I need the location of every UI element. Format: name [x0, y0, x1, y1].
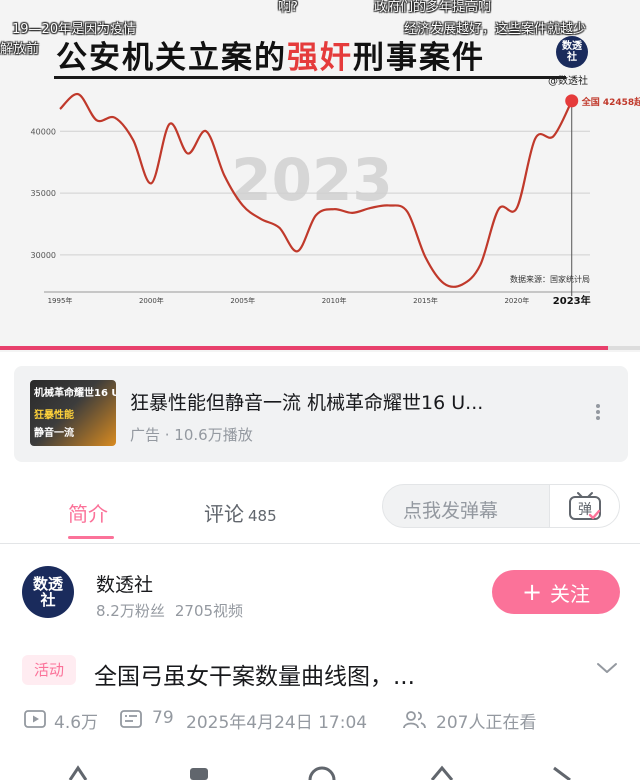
line-chart: 2023 30000 35000 40000 1995年 2000年 2005年 2010年 2… — [31, 93, 640, 305]
x-tick-label: 2010年 — [322, 296, 347, 305]
x-tick-label: 2000年 — [139, 296, 164, 305]
ad-thumbnail[interactable]: 机械革命耀世16 Ultra 狂暴性能 静音一流 — [30, 380, 116, 446]
follow-button[interactable]: + 关注 — [492, 570, 620, 614]
video-title: 全国弓虽女干案数量曲线图，... — [94, 664, 415, 690]
x-tick-label: 2020年 — [504, 296, 529, 305]
y-tick-label: 40000 — [31, 127, 56, 136]
activity-badge[interactable]: 活动 — [22, 655, 77, 685]
danmaku-count-icon — [120, 710, 142, 728]
uploader-stats: 8.2万粉丝 2705视频 — [96, 600, 243, 621]
y-tick-label: 35000 — [31, 189, 56, 198]
progress-bar[interactable] — [0, 346, 640, 350]
ad-meta: 广告 · 10.6万播放 — [130, 426, 253, 444]
chevron-down-icon[interactable] — [596, 660, 618, 676]
follow-label: 关注 — [550, 581, 591, 606]
danmaku-placeholder: 点我发弹幕 — [403, 500, 499, 522]
danmaku-input[interactable]: 点我发弹幕 弹 — [382, 484, 620, 528]
ad-title[interactable]: 狂暴性能但静音一流 机械革命耀世16 U... — [130, 388, 483, 415]
viewers-icon — [403, 711, 426, 729]
danmaku-toggle-button[interactable]: 弹 — [549, 485, 619, 527]
chart-title-highlight: 强奸 — [287, 40, 353, 76]
ad-thumb-text: 静音一流 — [34, 428, 74, 439]
danmaku-icon: 弹 — [569, 492, 601, 520]
tab-intro[interactable]: 简介 — [68, 498, 108, 527]
play-count-icon — [24, 710, 46, 728]
tab-comments-label: 评论 — [204, 502, 244, 526]
ad-card[interactable]: 机械革命耀世16 Ultra 狂暴性能 静音一流 狂暴性能但静音一流 机械革命耀… — [14, 366, 628, 462]
danmaku-comment: 啊? — [278, 0, 298, 15]
chart-watermark: 2023 — [231, 146, 392, 214]
tab-bar: 简介 评论 485 点我发弹幕 弹 — [0, 478, 640, 544]
end-point — [565, 94, 579, 108]
video-count: 2705视频 — [174, 602, 244, 620]
watching-count: 207人正在看 — [436, 713, 537, 733]
tab-comments[interactable]: 评论 485 — [204, 498, 277, 527]
progress-fill — [0, 346, 608, 350]
action-bar — [0, 756, 640, 780]
view-count: 4.6万 — [54, 713, 99, 733]
danmaku-count: 79 — [152, 708, 174, 728]
chart-title: 公安机关立案的强奸刑事案件 — [56, 40, 485, 76]
x-tick-label: 2015年 — [413, 296, 438, 305]
uploader-name[interactable]: 数透社 — [96, 570, 153, 597]
danmaku-comment: 政府们的多年提高啊 — [374, 0, 492, 15]
ad-thumb-text: 狂暴性能 — [34, 410, 74, 421]
active-tab-indicator — [68, 536, 114, 539]
x-tick-label: 2005年 — [230, 296, 255, 305]
title-underline — [54, 76, 566, 79]
video-player[interactable]: 19—20年是因为疫情 啊? 政府们的多年提高啊 经济发展越好，这些案件就越少 … — [0, 0, 640, 352]
plus-icon: + — [521, 578, 543, 606]
y-tick-label: 30000 — [31, 251, 56, 260]
brand-logo: 数透社 — [556, 36, 588, 68]
ad-thumb-text: 机械革命耀世16 Ultra — [34, 388, 116, 399]
comment-count: 485 — [248, 507, 277, 525]
end-value-label: 全国 42458起 — [581, 96, 640, 108]
source-label: 数据来源：国家统计局 — [510, 274, 590, 284]
more-options-icon[interactable] — [592, 402, 604, 426]
danmaku-comment: 解放前 — [0, 42, 40, 57]
current-year-label: 2023年 — [553, 294, 591, 305]
x-tick-label: 1995年 — [48, 296, 73, 305]
publish-date: 2025年4月24日 17:04 — [186, 713, 368, 733]
avatar[interactable]: 数透社 — [22, 566, 74, 618]
fans-count: 8.2万粉丝 — [96, 602, 165, 620]
